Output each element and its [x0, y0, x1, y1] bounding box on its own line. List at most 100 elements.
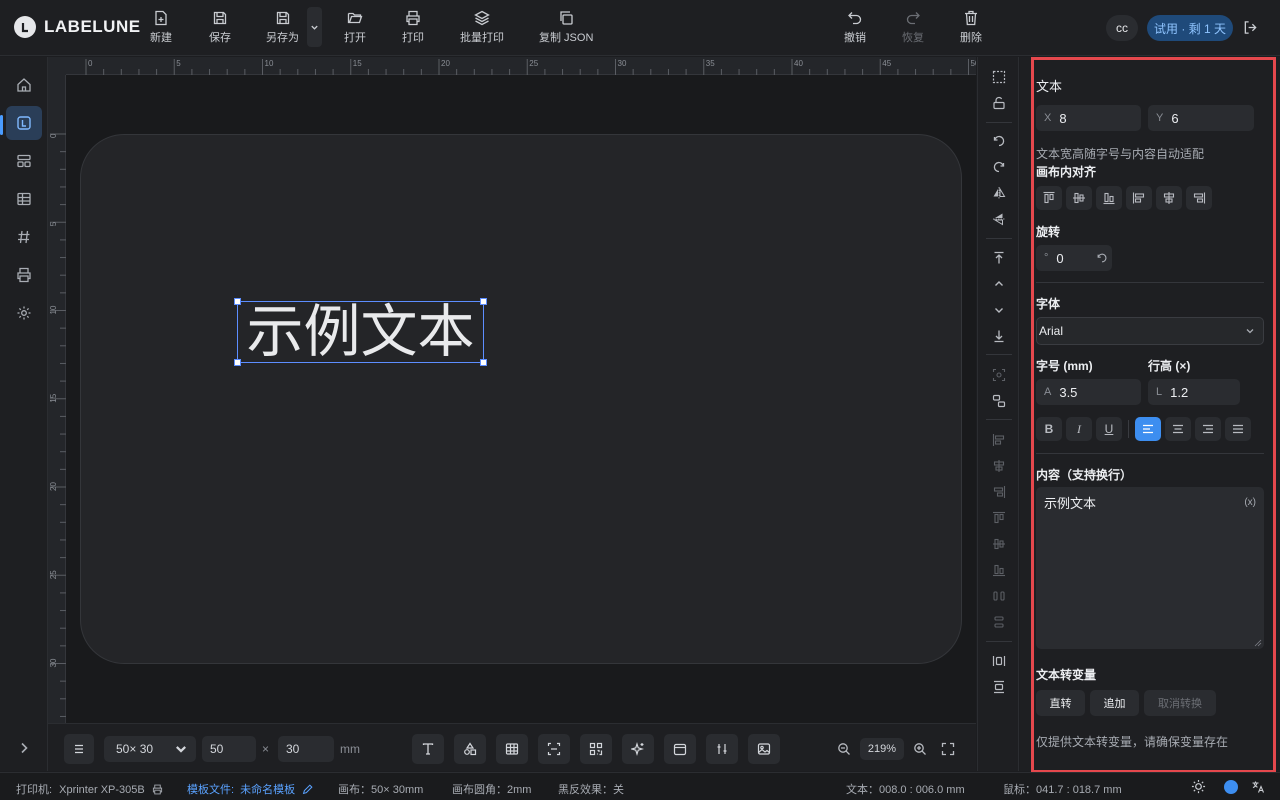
distribute-v-button[interactable] [990, 613, 1008, 631]
sidebar-item-table[interactable] [6, 182, 42, 216]
font-size-field[interactable]: A 3.5 [1036, 379, 1141, 405]
save-as-dropdown[interactable] [307, 7, 322, 47]
sidebar-item-printer[interactable] [6, 258, 42, 292]
new-button[interactable]: 新建 [150, 10, 172, 45]
y-position-field[interactable]: Y 6 [1148, 105, 1254, 131]
canvas-height-input[interactable]: 30 [278, 736, 334, 762]
sidebar-item-settings[interactable] [6, 296, 42, 330]
trial-badge[interactable]: 试用 · 剩 1 天 [1147, 15, 1233, 41]
flip-horizontal-button[interactable] [990, 184, 1008, 202]
bold-button[interactable]: B [1036, 417, 1062, 441]
sidebar-item-numbering[interactable] [6, 220, 42, 254]
select-area-button[interactable] [990, 68, 1008, 86]
align-middle-button[interactable] [990, 535, 1008, 553]
ungroup-button[interactable] [990, 392, 1008, 410]
align-left-button[interactable] [990, 431, 1008, 449]
label-canvas[interactable]: 示例文本 [80, 134, 962, 664]
pencil-icon[interactable] [302, 784, 313, 795]
send-to-back-button[interactable] [990, 327, 1008, 345]
save-button[interactable]: 保存 [209, 10, 231, 45]
language-button[interactable] [1251, 780, 1265, 794]
text-align-center-button[interactable] [1165, 417, 1191, 441]
menu-button[interactable] [64, 734, 94, 764]
send-backward-button[interactable] [990, 301, 1008, 319]
theme-toggle-button[interactable] [1191, 779, 1206, 794]
resize-handle-bottom-right[interactable] [480, 359, 487, 366]
text-align-justify-button[interactable] [1225, 417, 1251, 441]
add-serial-button[interactable] [706, 734, 738, 764]
canvas-workspace[interactable]: 示例文本 [66, 75, 976, 723]
sidebar-item-home[interactable] [6, 68, 42, 102]
add-table-button[interactable] [496, 734, 528, 764]
content-textarea[interactable]: 示例文本 (x) [1036, 487, 1264, 649]
text-align-right-button[interactable] [1195, 417, 1221, 441]
line-height-field[interactable]: L 1.2 [1148, 379, 1240, 405]
bring-to-front-button[interactable] [990, 249, 1008, 267]
add-date-button[interactable] [664, 734, 696, 764]
zoom-out-button[interactable] [837, 742, 851, 756]
reset-rotation-icon[interactable] [1096, 252, 1108, 264]
add-barcode-button[interactable] [538, 734, 570, 764]
printer-status[interactable]: 打印机: Xprinter XP-305B [16, 781, 163, 797]
delete-button[interactable]: 删除 [960, 10, 982, 45]
open-button[interactable]: 打开 [344, 10, 366, 45]
align-right-button[interactable] [990, 483, 1008, 501]
center-canvas-v-button[interactable] [990, 678, 1008, 696]
distribute-h-button[interactable] [990, 587, 1008, 605]
font-family-select[interactable]: Arial [1036, 317, 1264, 345]
canvas-align-left-button[interactable] [1126, 186, 1152, 210]
redo-button[interactable]: 恢复 [902, 10, 924, 45]
text-align-left-button[interactable] [1135, 417, 1161, 441]
size-preset-select[interactable]: 50× 30 [104, 736, 196, 762]
bring-forward-button[interactable] [990, 275, 1008, 293]
rotation-field[interactable]: ° 0 [1036, 245, 1112, 271]
batch-print-button[interactable]: 批量打印 [460, 10, 504, 45]
canvas-align-bottom-button[interactable] [1096, 186, 1122, 210]
fit-screen-button[interactable] [941, 742, 955, 756]
group-button[interactable] [990, 366, 1008, 384]
user-avatar[interactable]: cc [1106, 15, 1138, 41]
resize-handle-bottom-left[interactable] [234, 359, 241, 366]
canvas-align-right-button[interactable] [1186, 186, 1212, 210]
align-top-button[interactable] [990, 509, 1008, 527]
copy-json-button[interactable]: 复制 JSON [539, 10, 593, 45]
add-image-button[interactable] [748, 734, 780, 764]
add-text-button[interactable] [412, 734, 444, 764]
save-as-button[interactable]: 另存为 [266, 10, 299, 45]
text-element[interactable]: 示例文本 [234, 298, 487, 366]
cancel-convert-button[interactable]: 取消转换 [1144, 690, 1216, 716]
insert-variable-button[interactable]: (x) [1244, 497, 1256, 508]
template-status[interactable]: 模板文件: 未命名模板 [187, 781, 313, 797]
lock-button[interactable] [990, 94, 1008, 112]
add-shape-button[interactable] [454, 734, 486, 764]
resize-grip-icon[interactable] [1254, 639, 1262, 647]
sidebar-expand-button[interactable] [6, 731, 42, 765]
flip-vertical-button[interactable] [990, 210, 1008, 228]
italic-button[interactable]: I [1066, 417, 1092, 441]
canvas-align-top-button[interactable] [1036, 186, 1062, 210]
x-position-field[interactable]: X 8 [1036, 105, 1141, 131]
zoom-in-button[interactable] [913, 742, 927, 756]
append-convert-button[interactable]: 追加 [1090, 690, 1139, 716]
canvas-width-input[interactable]: 50 [202, 736, 256, 762]
direct-convert-button[interactable]: 直转 [1036, 690, 1085, 716]
sidebar-item-templates[interactable] [6, 144, 42, 178]
add-qrcode-button[interactable] [580, 734, 612, 764]
align-bottom-button[interactable] [990, 561, 1008, 579]
canvas-align-middle-button[interactable] [1066, 186, 1092, 210]
logout-button[interactable] [1243, 20, 1258, 35]
print-button[interactable]: 打印 [402, 10, 424, 45]
undo-button[interactable]: 撤销 [844, 10, 866, 45]
center-canvas-h-button[interactable] [990, 652, 1008, 670]
accent-color-button[interactable] [1224, 780, 1238, 794]
rotate-left-button[interactable] [990, 132, 1008, 150]
ai-generate-button[interactable] [622, 734, 654, 764]
zoom-level[interactable]: 219% [860, 738, 904, 760]
resize-handle-top-left[interactable] [234, 298, 241, 305]
canvas-align-center-button[interactable] [1156, 186, 1182, 210]
sidebar-item-label-editor[interactable] [6, 106, 42, 140]
resize-handle-top-right[interactable] [480, 298, 487, 305]
align-center-h-button[interactable] [990, 457, 1008, 475]
rotate-right-button[interactable] [990, 158, 1008, 176]
underline-button[interactable]: U [1096, 417, 1122, 441]
